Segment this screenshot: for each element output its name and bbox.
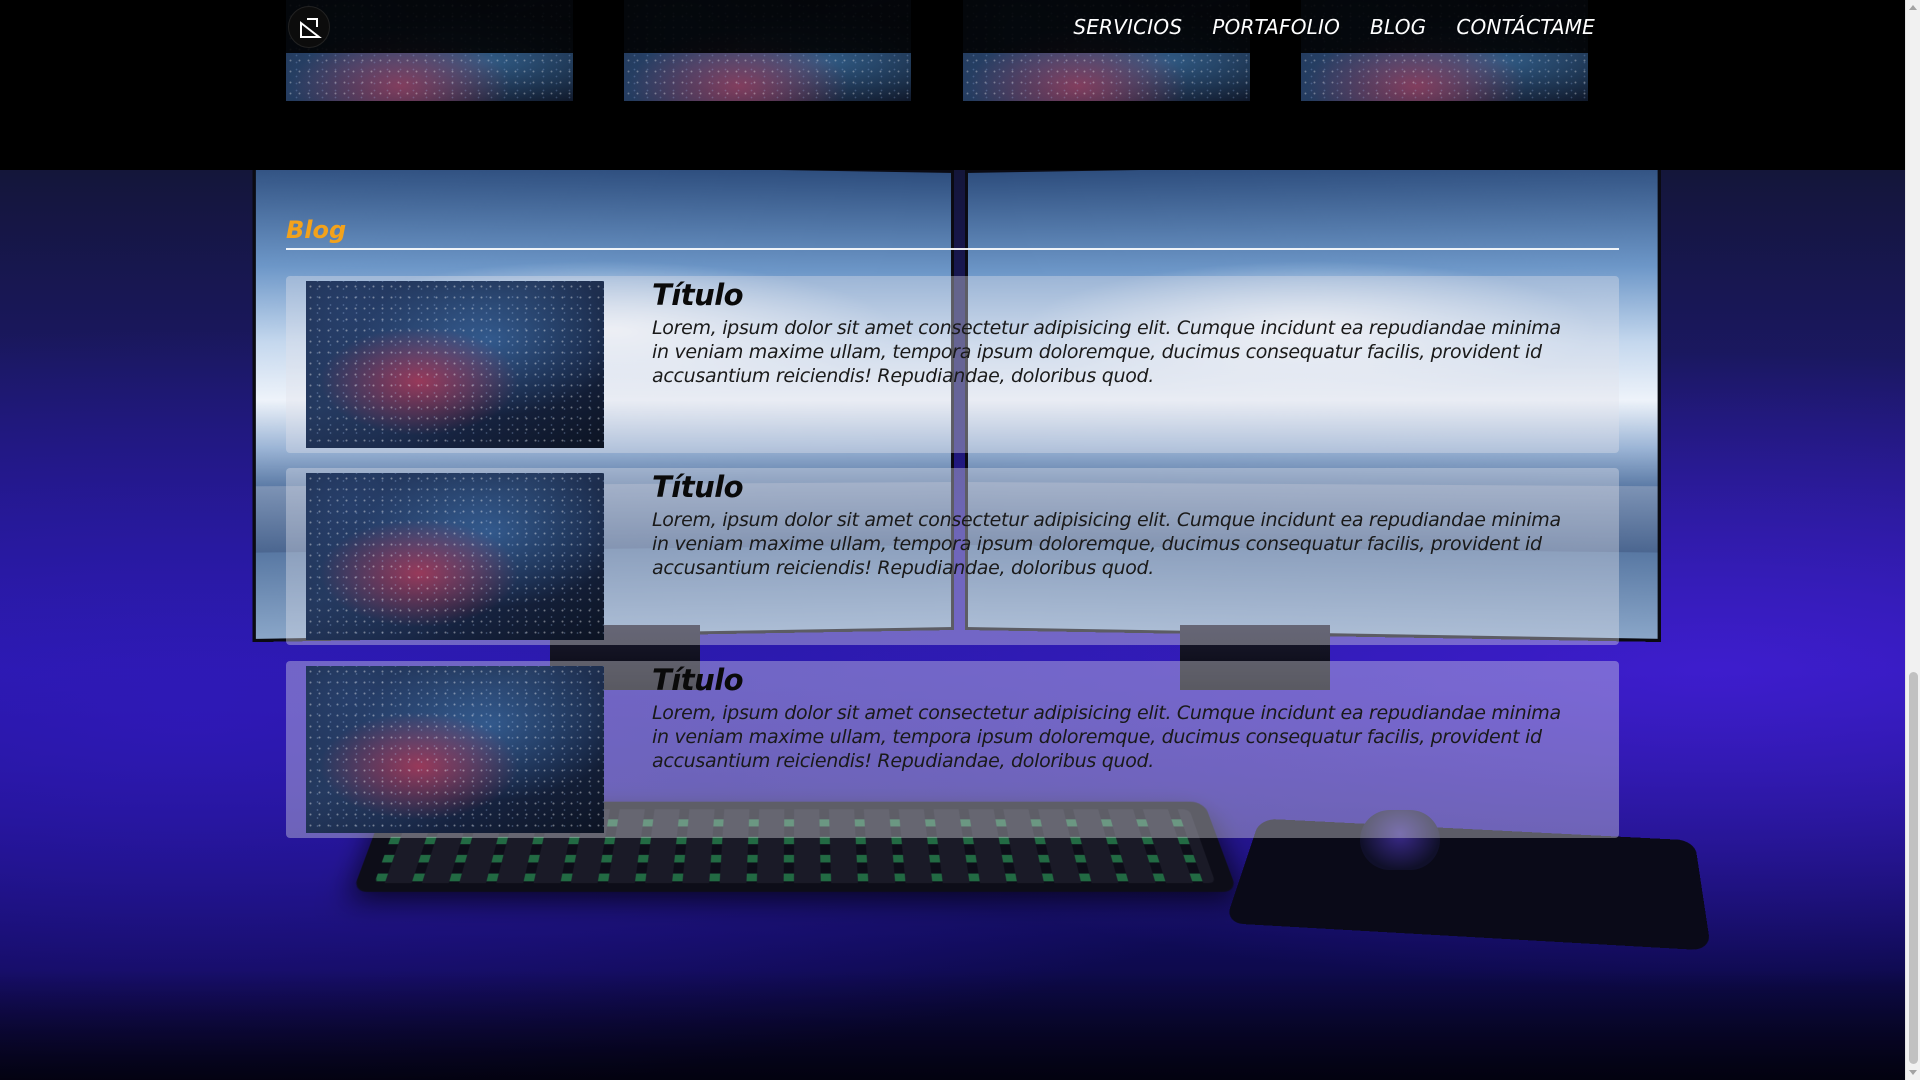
logo-icon[interactable] xyxy=(288,6,330,48)
post-excerpt: Lorem, ipsum dolor sit amet consectetur … xyxy=(652,702,1561,772)
scrollbar-thumb[interactable] xyxy=(1909,672,1918,1064)
page-scrollbar[interactable] xyxy=(1905,0,1920,1080)
post-title[interactable]: Título xyxy=(652,663,744,697)
mouse-pad-image xyxy=(1225,818,1712,951)
nav-link-servicios[interactable]: SERVICIOS xyxy=(1073,15,1182,39)
post-title[interactable]: Título xyxy=(652,470,744,504)
desk-surface xyxy=(0,970,1905,1080)
blog-heading: Blog xyxy=(286,216,347,244)
post-title[interactable]: Título xyxy=(652,278,744,312)
nav-link-portafolio[interactable]: PORTAFOLIO xyxy=(1212,15,1340,39)
nav-link-contactame[interactable]: CONTÁCTAME xyxy=(1456,15,1595,39)
post-excerpt: Lorem, ipsum dolor sit amet consectetur … xyxy=(652,317,1561,387)
nav-links: SERVICIOS PORTAFOLIO BLOG CONTÁCTAME xyxy=(1073,0,1595,53)
post-image xyxy=(306,666,604,833)
logo-mark-icon xyxy=(300,18,322,38)
post-image xyxy=(306,473,604,640)
nav-link-blog[interactable]: BLOG xyxy=(1370,15,1426,39)
scroll-down-icon[interactable] xyxy=(1909,1070,1917,1075)
blog-post-card[interactable]: Título Lorem, ipsum dolor sit amet conse… xyxy=(286,468,1619,645)
blog-post-card[interactable]: Título Lorem, ipsum dolor sit amet conse… xyxy=(286,661,1619,838)
post-excerpt: Lorem, ipsum dolor sit amet consectetur … xyxy=(652,509,1561,579)
scroll-up-icon[interactable] xyxy=(1909,5,1917,10)
navbar: SERVICIOS PORTAFOLIO BLOG CONTÁCTAME xyxy=(0,0,1905,53)
post-image xyxy=(306,281,604,448)
blog-divider xyxy=(286,248,1619,250)
blog-post-card[interactable]: Título Lorem, ipsum dolor sit amet conse… xyxy=(286,276,1619,453)
